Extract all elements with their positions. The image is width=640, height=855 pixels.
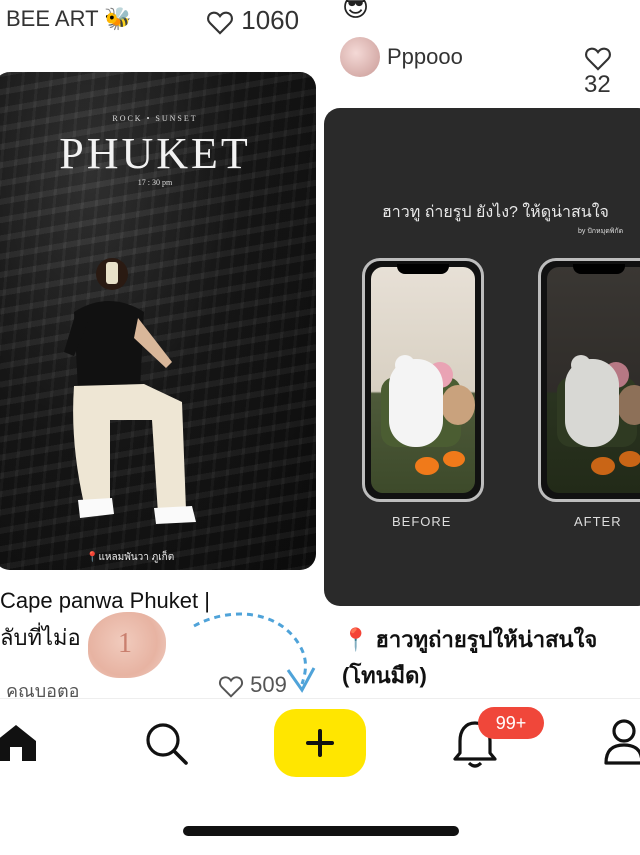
notification-badge: 99+ (478, 707, 544, 739)
person-figure (64, 258, 196, 524)
step-number: 1 (118, 628, 132, 659)
howto-post-image[interactable]: ฮาวทู ถ่ายรูป ยังไง? ให้ดูน่าสนใจ by ปัก… (324, 108, 640, 606)
sunglasses-emoji: 😎 (342, 0, 370, 22)
overlay-top-text: ROCK • SUNSET (112, 114, 198, 123)
left-like-button[interactable]: 1060 (206, 5, 299, 36)
left-author-name: BEE ART (6, 6, 99, 31)
right-post-title-line2[interactable]: (โทนมืด) (342, 658, 427, 693)
heart-icon (207, 11, 233, 35)
right-post-title-line1[interactable]: 📍 ฮาวทูถ่ายรูปให้น่าสนใจ (342, 622, 597, 657)
howto-byline: by ปักหมุดพิกัด (578, 228, 624, 235)
left-post-title-line1[interactable]: Cape panwa Phuket | (0, 588, 210, 614)
home-icon[interactable] (0, 723, 36, 761)
search-icon[interactable] (144, 721, 188, 765)
plus-icon (306, 729, 334, 757)
overlay-time: 17 : 30 pm (137, 178, 173, 187)
before-label: BEFORE (392, 514, 452, 529)
overlay-title: PHUKET (59, 129, 251, 178)
home-indicator[interactable] (183, 826, 459, 836)
arrow-icon (193, 612, 316, 693)
profile-icon[interactable] (604, 719, 640, 765)
bee-emoji: 🐝 (104, 6, 132, 31)
phuket-post-image[interactable]: ROCK • SUNSET PHUKET 17 : 30 pm 📍แหลมพัน… (0, 72, 316, 570)
after-label: AFTER (574, 514, 622, 529)
right-like-button[interactable]: 32 (584, 43, 640, 99)
avatar[interactable] (340, 37, 380, 77)
right-like-count: 32 (584, 71, 611, 98)
create-post-button[interactable] (274, 709, 366, 777)
right-author-name[interactable]: Pppooo (387, 44, 463, 70)
left-author-row[interactable]: BEE ART 🐝 (6, 6, 132, 32)
heart-icon (585, 47, 611, 71)
overlay-location: 📍แหลมพันวา ภูเก็ต (86, 552, 175, 563)
left-like-count: 1060 (241, 5, 300, 35)
after-phone (538, 258, 640, 502)
howto-headline: ฮาวทู ถ่ายรูป ยังไง? ให้ดูน่าสนใจ (382, 204, 609, 221)
left-post-title-line2[interactable]: ลับที่ไม่อ (0, 620, 81, 655)
before-phone (362, 258, 484, 502)
